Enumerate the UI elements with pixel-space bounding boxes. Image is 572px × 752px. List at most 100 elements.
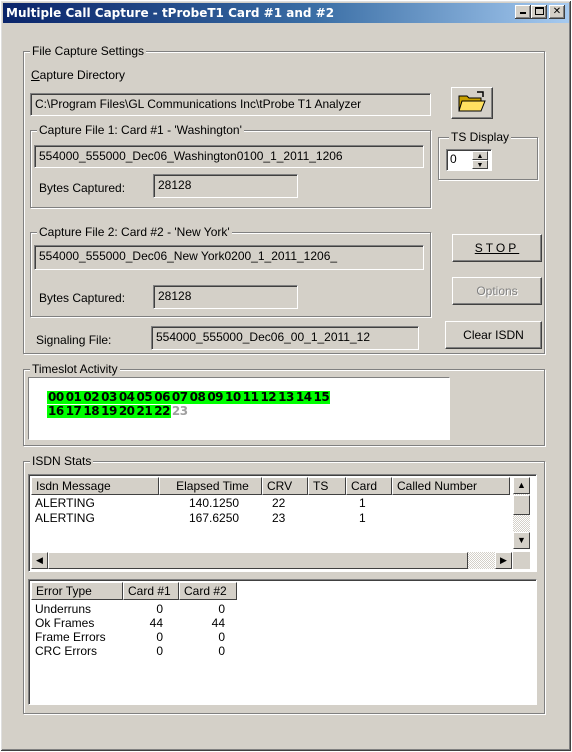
- card1-value-cell: 0: [156, 644, 163, 658]
- error-col-type[interactable]: Error Type: [31, 582, 123, 600]
- close-button[interactable]: ✕: [549, 5, 565, 19]
- isdn-col-message[interactable]: Isdn Message: [31, 477, 159, 495]
- timeslot-07: 07: [170, 390, 189, 404]
- timeslot-02: 02: [82, 390, 101, 404]
- timeslot-14: 14: [294, 390, 313, 404]
- stop-button-label: STOP: [474, 241, 520, 255]
- vertical-scroll-thumb[interactable]: [513, 495, 530, 515]
- error-type-cell: CRC Errors: [35, 644, 97, 658]
- capture-file1-name-field[interactable]: 554000_555000_Dec06_Washington0100_1_201…: [34, 145, 424, 168]
- close-icon: ✕: [552, 6, 562, 17]
- options-button[interactable]: Options: [452, 277, 542, 305]
- timeslot-01: 01: [64, 390, 83, 404]
- isdn-messages-list[interactable]: Isdn Message Elapsed Time CRV TS Card Ca…: [28, 474, 537, 572]
- minimize-icon: [520, 12, 526, 14]
- arrow-right-icon: ▶: [500, 555, 507, 565]
- maximize-icon: [534, 7, 544, 15]
- isdn-col-crv[interactable]: CRV: [262, 477, 308, 495]
- card1-value-cell: 44: [149, 616, 163, 630]
- maximize-button[interactable]: [531, 5, 547, 19]
- clear-isdn-button[interactable]: Clear ISDN: [445, 321, 542, 349]
- timeslot-03: 03: [100, 390, 118, 404]
- capture-file2-bytes-value: 28128: [153, 285, 298, 309]
- card-cell: 1: [359, 511, 366, 525]
- capture-directory-label-text: apture Directory: [39, 68, 126, 82]
- error-stats-list[interactable]: Error Type Card #1 Card #2 Underruns 0 0…: [28, 579, 537, 705]
- minimize-button[interactable]: [515, 5, 531, 19]
- ts-display-value: 0: [450, 152, 457, 166]
- title-bar[interactable]: Multiple Call Capture - tProbeT1 Card #1…: [3, 3, 569, 23]
- capture-file1-bytes-label: Bytes Captured:: [39, 181, 126, 195]
- options-button-label: Options: [476, 284, 518, 298]
- main-window: Multiple Call Capture - tProbeT1 Card #1…: [0, 0, 572, 752]
- timeslot-grid: 00 01 02 03 04 05 06 07 08 09 10 11 12 13 14 15 16 17 18 19…: [47, 390, 407, 418]
- capture-directory-field[interactable]: C:\Program Files\GL Communications Inc\t…: [30, 93, 431, 116]
- crv-cell: 23: [272, 511, 286, 525]
- timeslot-08: 08: [188, 390, 207, 404]
- horizontal-scroll-thumb[interactable]: [48, 552, 468, 569]
- signaling-file-label: Signaling File:: [36, 333, 112, 347]
- arrow-up-icon: ▲: [476, 153, 484, 160]
- window-title: Multiple Call Capture - tProbeT1 Card #1…: [6, 6, 335, 20]
- timeslot-05: 05: [135, 390, 154, 404]
- isdn-col-card[interactable]: Card: [346, 477, 392, 495]
- arrow-down-icon: ▼: [476, 162, 484, 169]
- signaling-file-field[interactable]: 554000_555000_Dec06_00_1_2011_12: [151, 326, 419, 350]
- timeslot-13: 13: [277, 390, 295, 404]
- capture-file2-name-field[interactable]: 554000_555000_Dec06_New York0200_1_2011_…: [34, 245, 424, 270]
- timeslot-23: 23: [170, 404, 189, 418]
- error-type-cell: Ok Frames: [35, 616, 95, 630]
- browse-folder-button[interactable]: [451, 87, 493, 119]
- table-row[interactable]: ALERTING 140.1250 22 1: [29, 496, 509, 511]
- arrow-up-icon: ▲: [517, 480, 526, 490]
- arrow-left-icon: ◀: [36, 555, 43, 565]
- elapsed-time-cell: 140.1250: [189, 496, 240, 510]
- timeslot-11: 11: [241, 390, 260, 404]
- scroll-corner: [513, 552, 530, 569]
- isdn-col-elapsed-time[interactable]: Elapsed Time: [159, 477, 262, 495]
- card2-value-cell: 0: [218, 630, 225, 644]
- scroll-right-button[interactable]: ▶: [495, 552, 512, 569]
- timeslot-20: 20: [117, 404, 136, 418]
- isdn-stats-title: ISDN Stats: [30, 454, 94, 468]
- elapsed-time-cell: 167.6250: [189, 511, 240, 525]
- clear-isdn-button-label: Clear ISDN: [463, 328, 524, 342]
- scroll-down-button[interactable]: ▼: [513, 532, 530, 549]
- open-folder-icon: [458, 91, 486, 112]
- isdn-col-called-number[interactable]: Called Number: [392, 477, 510, 495]
- error-col-card2[interactable]: Card #2: [179, 582, 237, 600]
- isdn-col-ts[interactable]: TS: [308, 477, 346, 495]
- card1-value-cell: 0: [156, 602, 163, 616]
- file-capture-settings-title: File Capture Settings: [30, 44, 147, 58]
- ts-display-down-button[interactable]: ▼: [472, 160, 488, 169]
- ts-display-up-button[interactable]: ▲: [472, 151, 488, 160]
- timeslot-17: 17: [64, 404, 83, 418]
- timeslot-21: 21: [135, 404, 154, 418]
- capture-directory-label: Capture Directory: [31, 68, 126, 82]
- capture-file2-title: Capture File 2: Card #2 - 'New York': [37, 225, 232, 239]
- timeslot-04: 04: [117, 390, 136, 404]
- ts-display-title: TS Display: [449, 130, 512, 144]
- card2-value-cell: 44: [211, 616, 225, 630]
- table-row[interactable]: CRC Errors 0 0: [29, 644, 249, 658]
- timeslot-activity-panel: 00 01 02 03 04 05 06 07 08 09 10 11 12 13 14 15 16 17 18 19…: [28, 377, 450, 440]
- capture-file1-title: Capture File 1: Card #1 - 'Washington': [37, 123, 244, 137]
- error-type-cell: Underruns: [35, 602, 92, 616]
- stop-button[interactable]: STOP: [452, 234, 542, 262]
- timeslot-16: 16: [47, 404, 65, 418]
- timeslot-00: 00: [47, 390, 65, 404]
- timeslot-10: 10: [224, 390, 242, 404]
- card1-value-cell: 0: [156, 630, 163, 644]
- error-type-cell: Frame Errors: [35, 630, 106, 644]
- table-row[interactable]: Ok Frames 44 44: [29, 616, 249, 630]
- scroll-left-button[interactable]: ◀: [31, 552, 48, 569]
- timeslot-09: 09: [206, 390, 225, 404]
- timeslot-18: 18: [82, 404, 101, 418]
- card2-value-cell: 0: [218, 602, 225, 616]
- error-col-card1[interactable]: Card #1: [123, 582, 179, 600]
- table-row[interactable]: Underruns 0 0: [29, 602, 249, 616]
- table-row[interactable]: ALERTING 167.6250 23 1: [29, 511, 509, 526]
- table-row[interactable]: Frame Errors 0 0: [29, 630, 249, 644]
- crv-cell: 22: [272, 496, 286, 510]
- scroll-up-button[interactable]: ▲: [513, 477, 530, 494]
